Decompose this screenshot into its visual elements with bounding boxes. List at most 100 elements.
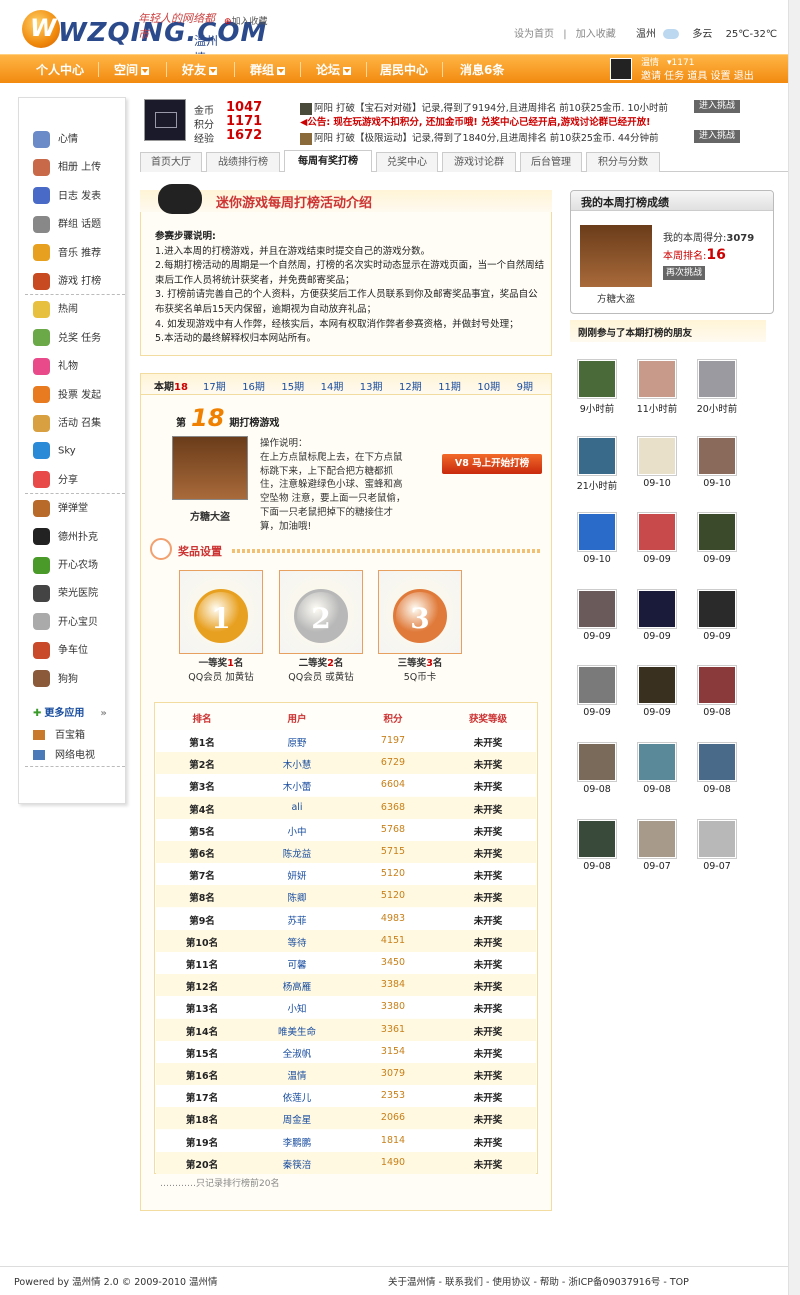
tab-leaderboard[interactable]: 战绩排行榜	[206, 152, 280, 172]
cell-user[interactable]: 可馨	[256, 957, 338, 971]
friend-avatar[interactable]	[637, 435, 677, 476]
cell-user[interactable]: 妍妍	[256, 868, 338, 882]
nav-friends[interactable]: 好友	[182, 61, 218, 78]
nav-messages[interactable]: 消息6条	[460, 61, 504, 78]
friend-avatar[interactable]	[697, 742, 737, 782]
friend-avatar[interactable]	[577, 742, 617, 782]
tab-lobby[interactable]: 首页大厅	[140, 152, 202, 172]
sidebar-item-hospital[interactable]: 荣光医院	[33, 584, 98, 604]
sidebar-item-sky[interactable]: Sky	[33, 442, 76, 462]
friend-avatar[interactable]	[637, 818, 677, 859]
cell-user[interactable]: 唯美生命	[256, 1024, 338, 1038]
enter-challenge-button[interactable]: 进入挑战	[694, 100, 740, 113]
sidebar-item-vote[interactable]: 投票 发起	[33, 386, 101, 406]
my-game-thumbnail[interactable]	[580, 225, 652, 287]
set-home-link[interactable]: 设为首页	[514, 29, 554, 40]
add-favorite-link[interactable]: 加入收藏	[576, 29, 616, 40]
cell-user[interactable]: 等待	[256, 935, 338, 949]
sidebar-item-group[interactable]: 群组 话题	[33, 215, 101, 235]
period-link[interactable]: 9期	[517, 378, 533, 393]
friend-avatar[interactable]	[697, 512, 737, 553]
game-thumbnail[interactable]	[172, 436, 248, 500]
cell-user[interactable]: 陈卿	[256, 890, 338, 904]
cell-user[interactable]: 小知	[256, 1001, 338, 1015]
friend-avatar[interactable]	[697, 359, 737, 399]
cell-user[interactable]: 李鹏鹏	[256, 1135, 338, 1149]
friend-avatar[interactable]	[637, 742, 677, 782]
cell-user[interactable]: 陈龙益	[256, 846, 338, 860]
period-link[interactable]: 11期	[438, 378, 461, 393]
sidebar-item-baby[interactable]: 开心宝贝	[33, 613, 98, 633]
more-apps-link[interactable]: ✚ 更多应用 »	[33, 704, 107, 724]
friend-avatar[interactable]	[577, 818, 617, 859]
friend-avatar[interactable]	[697, 435, 737, 476]
friend-avatar[interactable]	[637, 588, 677, 629]
period-link[interactable]: 15期	[281, 378, 304, 393]
nav-personal-center[interactable]: 个人中心	[36, 61, 84, 78]
period-link[interactable]: 17期	[203, 378, 226, 393]
cell-user[interactable]: 苏菲	[256, 913, 338, 927]
sidebar-item-mood[interactable]: 心情	[33, 130, 78, 150]
sidebar-item-dog[interactable]: 狗狗	[33, 670, 78, 690]
sidebar-item-share[interactable]: 分享	[33, 471, 78, 491]
cell-user[interactable]: 木小慧	[256, 757, 338, 771]
sidebar-item-album[interactable]: 相册 上传	[33, 158, 101, 178]
retry-button[interactable]: 再次挑战	[663, 266, 705, 280]
cell-user[interactable]: 小中	[256, 824, 338, 838]
nav-user-links[interactable]: 邀请 任务 道具 设置 退出	[641, 67, 754, 82]
add-favorite-button[interactable]: ⊕加入收藏	[224, 14, 268, 27]
footer-links[interactable]: 关于温州情 - 联系我们 - 使用协议 - 帮助 - 浙ICP备09037916…	[388, 1274, 689, 1288]
sidebar-item-parking[interactable]: 争车位	[33, 641, 88, 661]
sidebar-item-event[interactable]: 活动 召集	[33, 414, 101, 434]
sidebar-item-redeem[interactable]: 兑奖 任务	[33, 329, 101, 349]
sidebar-item-gift[interactable]: 礼物	[33, 357, 78, 377]
friend-avatar[interactable]	[697, 818, 737, 859]
friend-avatar[interactable]	[577, 359, 617, 399]
sidebar-item-hot[interactable]: 热闹	[33, 300, 78, 320]
tab-weekly-contest[interactable]: 每周有奖打榜	[284, 150, 372, 172]
tab-game-discussion[interactable]: 游戏讨论群	[442, 152, 516, 172]
sidebar-item-music[interactable]: 音乐 推荐	[33, 244, 101, 264]
friend-avatar[interactable]	[637, 512, 677, 553]
sidebar-item-blog[interactable]: 日志 发表	[33, 187, 101, 207]
friend-avatar[interactable]	[637, 665, 677, 706]
sidebar-item-tandan[interactable]: 弹弹堂	[33, 499, 88, 519]
tab-redeem-center[interactable]: 兑奖中心	[376, 152, 438, 172]
cell-user[interactable]: 秦筷涪	[256, 1157, 338, 1171]
nav-resident-center[interactable]: 居民中心	[380, 61, 428, 78]
cell-user[interactable]: 周金星	[256, 1112, 338, 1126]
period-link[interactable]: 14期	[321, 378, 344, 393]
period-link[interactable]: 16期	[242, 378, 265, 393]
period-current[interactable]: 本期18	[154, 378, 188, 393]
nav-space[interactable]: 空间	[114, 61, 150, 78]
period-link[interactable]: 13期	[360, 378, 383, 393]
friend-avatar[interactable]	[577, 665, 617, 706]
scrollbar[interactable]	[788, 0, 800, 1295]
sidebar-item-game[interactable]: 游戏 打榜	[33, 272, 101, 292]
sidebar-item-texas-poker[interactable]: 德州扑克	[33, 528, 98, 548]
period-link[interactable]: 12期	[399, 378, 422, 393]
start-contest-button[interactable]: V8 马上开始打榜	[442, 454, 542, 474]
friend-avatar[interactable]	[577, 512, 617, 553]
period-link[interactable]: 10期	[477, 378, 500, 393]
cell-user[interactable]: 木小蕾	[256, 779, 338, 793]
cell-user[interactable]: 原野	[256, 735, 338, 749]
cell-user[interactable]: 依莲儿	[256, 1090, 338, 1104]
friend-avatar[interactable]	[577, 435, 617, 476]
sidebar-item-farm[interactable]: 开心农场	[33, 556, 98, 576]
friend-avatar[interactable]	[637, 359, 677, 399]
sidebar-item-treasure-box[interactable]: 百宝箱	[33, 726, 85, 746]
friend-avatar[interactable]	[577, 588, 617, 629]
enter-challenge-button[interactable]: 进入挑战	[694, 130, 740, 143]
tab-points[interactable]: 积分与分数	[586, 152, 660, 172]
user-avatar[interactable]	[144, 99, 186, 141]
nav-groups[interactable]: 群组	[250, 61, 286, 78]
friend-avatar[interactable]	[697, 665, 737, 706]
nav-forum[interactable]: 论坛	[316, 61, 352, 78]
cell-user[interactable]: ali	[256, 802, 338, 813]
site-logo[interactable]: W WZQING.COM 年轻人的网络都市 温州情	[22, 8, 266, 65]
cell-user[interactable]: 杨高雁	[256, 979, 338, 993]
nav-user-avatar[interactable]	[610, 58, 632, 80]
sidebar-item-web-tv[interactable]: 网络电视	[33, 746, 95, 766]
cell-user[interactable]: 温情	[256, 1068, 338, 1082]
